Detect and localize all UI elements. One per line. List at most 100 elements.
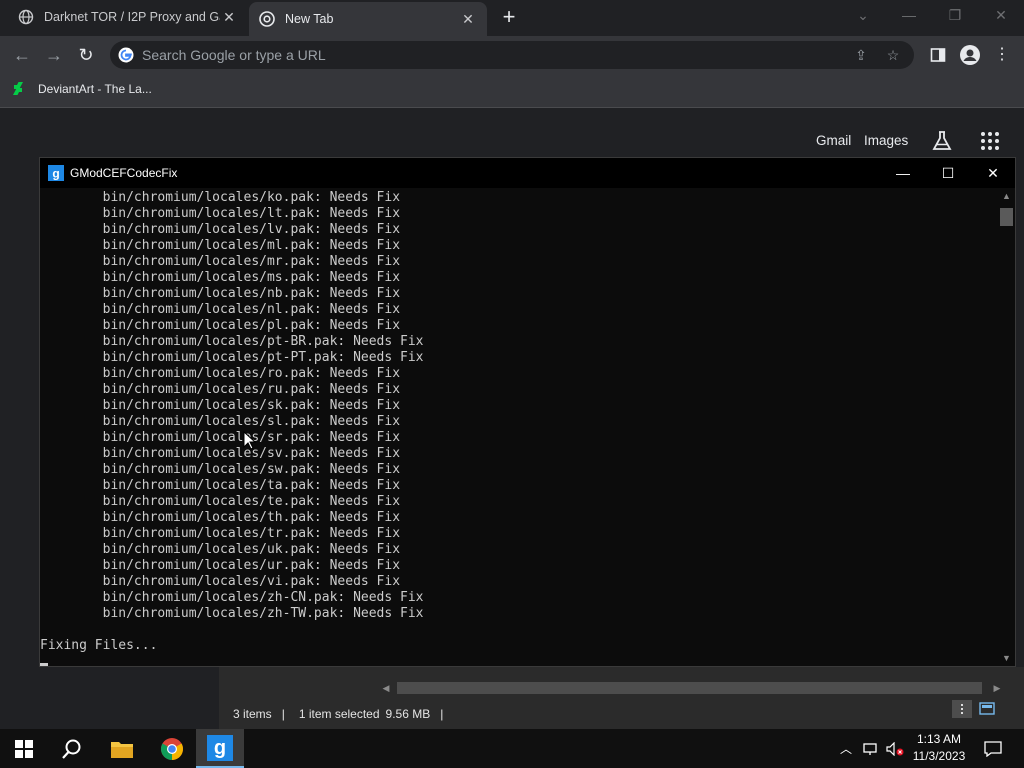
tab-close-icon[interactable]: ✕ [220,8,238,26]
horizontal-scrollbar[interactable]: ◀ ▶ [379,681,1004,695]
console-line: bin/chromium/locales/mr.pak: Needs Fix [40,254,401,269]
new-tab-plus-icon[interactable]: + [497,6,521,30]
console-titlebar[interactable]: g GModCEFCodecFix — ☐ ✕ [40,158,1015,188]
console-line: bin/chromium/locales/ur.pak: Needs Fix [40,558,401,573]
clock-time: 1:13 AM [916,732,962,746]
share-icon[interactable]: ⇪ [850,44,872,66]
console-line: bin/chromium/locales/zh-TW.pak: Needs Fi… [40,606,424,621]
console-vertical-scrollbar[interactable]: ▲ ▼ [998,188,1015,666]
selected-count: 1 item selected [298,707,380,721]
volume-muted-icon[interactable] [884,729,906,768]
images-link[interactable]: Images [864,133,908,148]
console-output: bin/chromium/locales/ko.pak: Needs Fix b… [40,188,998,666]
screen: Darknet TOR / I2P Proxy and Ga ✕ New Tab… [0,0,1024,768]
tab-close-icon[interactable]: ✕ [459,10,477,28]
console-line: bin/chromium/locales/ml.pak: Needs Fix [40,238,401,253]
file-explorer-window: ◀ ▶ 3 items | 1 item selected 9.56 MB | [219,667,1024,729]
console-line: bin/chromium/locales/te.pak: Needs Fix [40,494,401,509]
explorer-status-bar: 3 items | 1 item selected 9.56 MB | [219,699,1024,729]
console-line: bin/chromium/locales/lt.pak: Needs Fix [40,206,401,221]
bookmark-deviantart[interactable]: DeviantArt - The La... [12,81,152,97]
console-line: bin/chromium/locales/sv.pak: Needs Fix [40,446,401,461]
divider: | [281,707,285,721]
notifications-icon[interactable] [978,729,1008,768]
console-line: bin/chromium/locales/lv.pak: Needs Fix [40,222,401,237]
google-g-icon [118,47,134,63]
console-line: bin/chromium/locales/sl.pak: Needs Fix [40,414,401,429]
tab-new-tab[interactable]: New Tab ✕ [249,2,487,36]
item-count: 3 items [233,707,272,721]
console-maximize-icon[interactable]: ☐ [925,158,971,188]
console-line: bin/chromium/locales/zh-CN.pak: Needs Fi… [40,590,424,605]
console-cursor [40,663,48,666]
side-panel-icon[interactable] [926,43,950,67]
large-icons-view-icon[interactable] [977,700,997,718]
divider: | [440,707,444,721]
chrome-taskbar-icon[interactable] [148,729,196,768]
search-icon[interactable] [48,729,96,768]
globe-icon [18,9,34,25]
console-window: g GModCEFCodecFix — ☐ ✕ bin/chromium/loc… [39,157,1016,667]
console-line: bin/chromium/locales/ta.pak: Needs Fix [40,478,401,493]
console-line: bin/chromium/locales/uk.pak: Needs Fix [40,542,401,557]
console-title: GModCEFCodecFix [70,166,178,180]
browser-toolbar: ← → ↻ ⇪ ☆ ⋮ [0,36,1024,74]
gmail-link[interactable]: Gmail [816,133,851,148]
minimize-icon[interactable]: — [886,0,932,30]
gmod-codec-fix-taskbar-icon[interactable]: g [196,729,244,768]
scroll-left-icon[interactable]: ◀ [379,681,393,695]
restore-icon[interactable]: ❐ [932,0,978,30]
selected-size: 9.56 MB [385,707,431,721]
network-icon[interactable] [860,729,882,768]
details-view-icon[interactable] [952,700,972,718]
bookmark-star-icon[interactable]: ☆ [882,44,904,66]
clock-date: 11/3/2023 [912,749,966,763]
omnibox[interactable]: ⇪ ☆ [110,41,914,69]
console-line: bin/chromium/locales/sw.pak: Needs Fix [40,462,401,477]
mouse-pointer-icon [243,431,257,450]
svg-text:g: g [52,167,59,181]
scrollbar-thumb[interactable] [397,682,982,694]
reload-icon[interactable]: ↻ [74,43,98,67]
show-hidden-icons-chevron-icon[interactable]: ︿ [836,729,856,768]
menu-kebab-icon[interactable]: ⋮ [990,43,1014,67]
close-window-icon[interactable]: ✕ [978,0,1024,30]
console-line: bin/chromium/locales/sk.pak: Needs Fix [40,398,401,413]
console-line: bin/chromium/locales/ro.pak: Needs Fix [40,366,401,381]
console-line: bin/chromium/locales/ko.pak: Needs Fix [40,190,401,205]
bookmarks-bar: DeviantArt - The La... [0,74,1024,108]
system-clock[interactable]: 1:13 AM 11/3/2023 [908,731,970,767]
console-line: bin/chromium/locales/sr.pak: Needs Fix [40,430,401,445]
chrome-icon [259,11,275,27]
deviantart-icon [12,81,28,97]
forward-arrow-icon[interactable]: → [42,43,66,67]
labs-flask-icon[interactable] [930,129,954,153]
tab-search-chevron-icon[interactable]: ⌄ [840,0,886,30]
scroll-right-icon[interactable]: ▶ [990,681,1004,695]
tab-darknet[interactable]: Darknet TOR / I2P Proxy and Ga ✕ [8,0,248,34]
windows-taskbar: g ︿ 1:13 AM 11/3/2023 [0,729,1024,768]
console-line: bin/chromium/locales/ru.pak: Needs Fix [40,382,401,397]
omnibox-input[interactable] [142,47,850,63]
console-close-icon[interactable]: ✕ [970,158,1016,188]
scrollbar-thumb[interactable] [1000,208,1013,226]
file-explorer-icon[interactable] [98,729,146,768]
tab-title: Darknet TOR / I2P Proxy and Ga [44,10,220,24]
back-arrow-icon[interactable]: ← [10,43,34,67]
console-line: bin/chromium/locales/nb.pak: Needs Fix [40,286,401,301]
console-line: bin/chromium/locales/pt-PT.pak: Needs Fi… [40,350,424,365]
console-line: bin/chromium/locales/pt-BR.pak: Needs Fi… [40,334,424,349]
console-line: Fixing Files... [40,638,158,653]
console-line: bin/chromium/locales/th.pak: Needs Fix [40,510,401,525]
console-line: bin/chromium/locales/vi.pak: Needs Fix [40,574,401,589]
google-apps-grid-icon[interactable] [980,131,1000,151]
bookmark-label: DeviantArt - The La... [38,82,152,96]
profile-avatar-icon[interactable] [958,43,982,67]
scroll-up-icon[interactable]: ▲ [998,188,1015,204]
svg-text:g: g [214,737,226,759]
console-minimize-icon[interactable]: — [880,158,926,188]
windows-start-icon[interactable] [0,729,48,768]
tab-title: New Tab [285,12,334,26]
gmod-app-icon: g [48,165,64,181]
scroll-down-icon[interactable]: ▼ [998,650,1015,666]
